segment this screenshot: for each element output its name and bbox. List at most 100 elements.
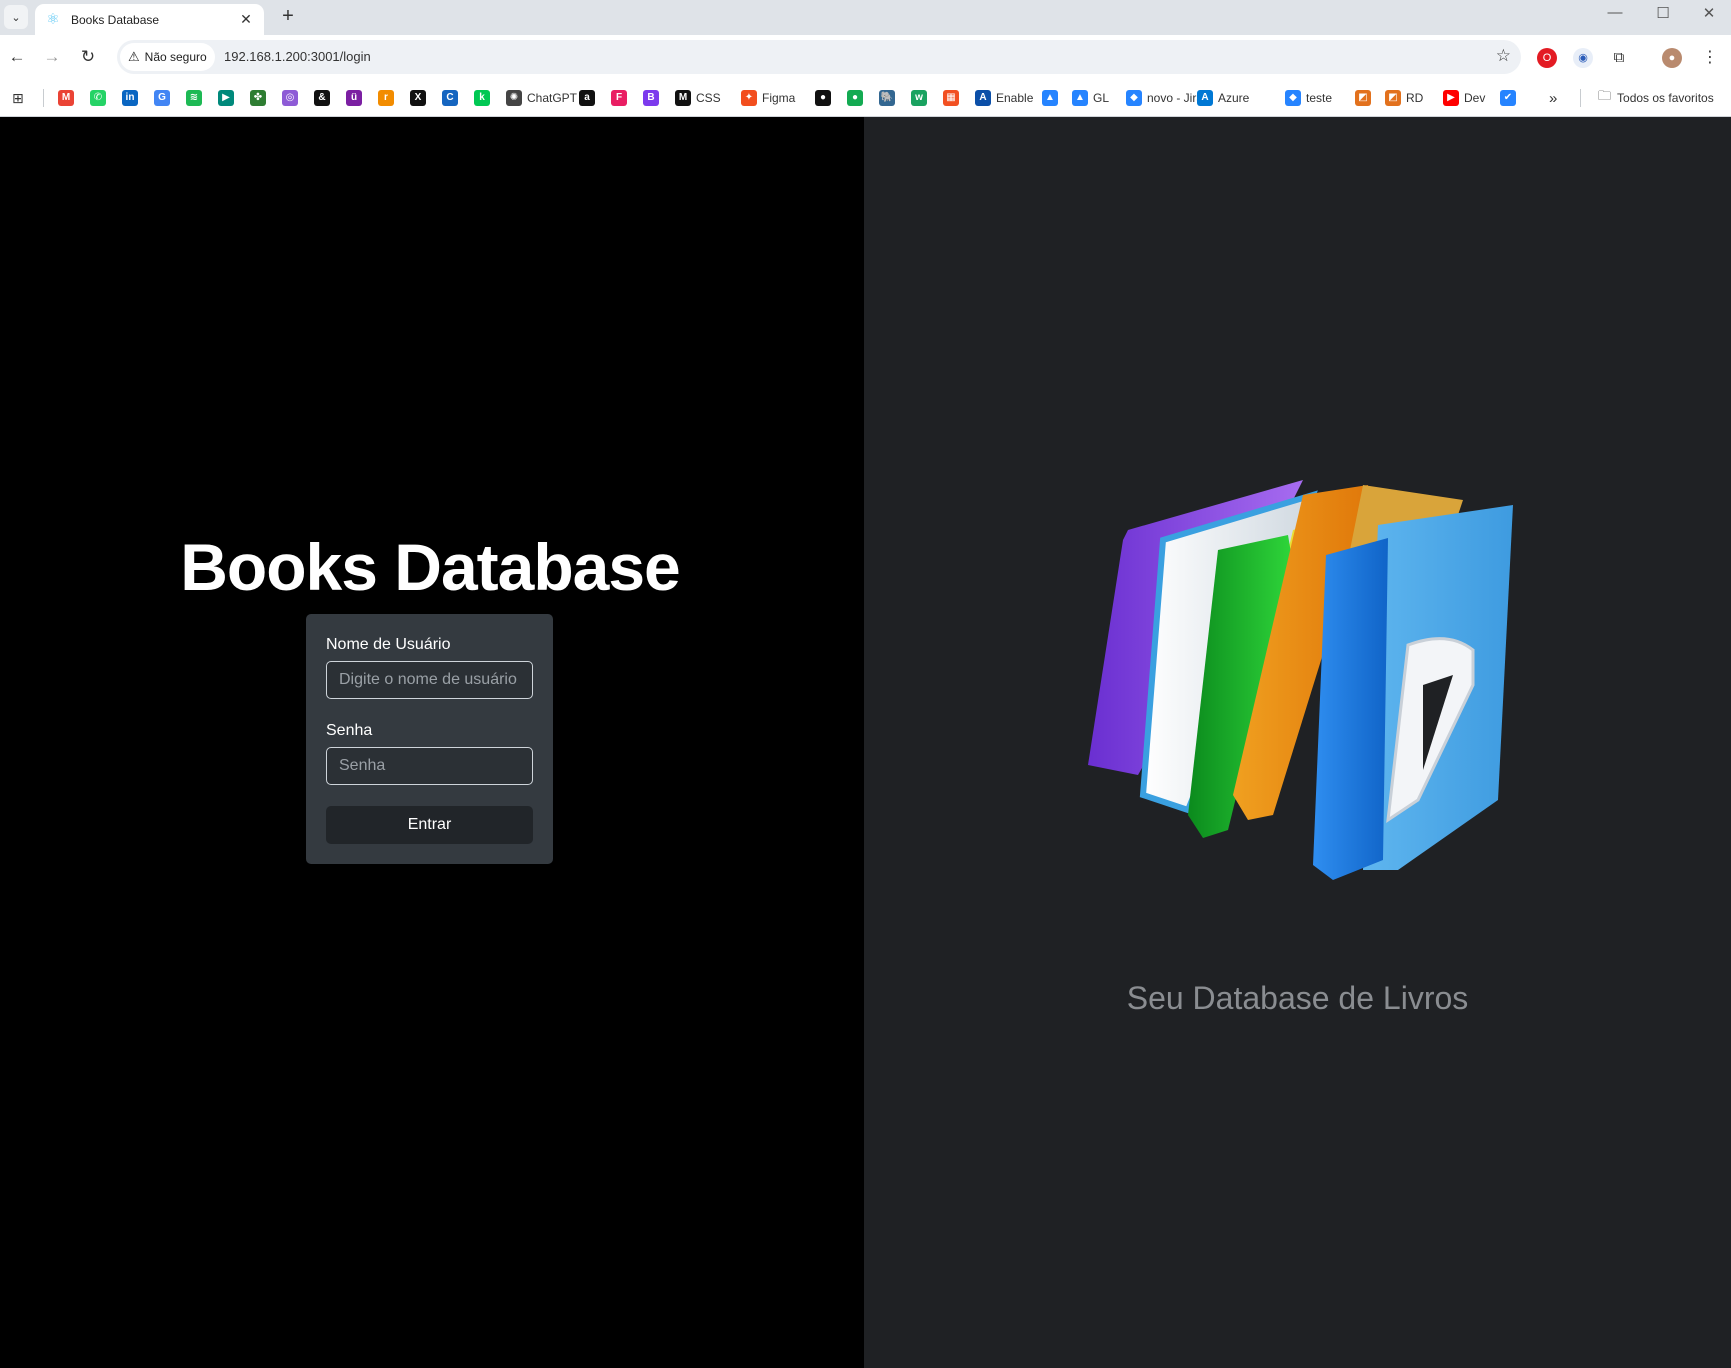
bookmark-label: Enable xyxy=(996,91,1034,105)
bookmark-atlassian[interactable]: ▲ xyxy=(1042,89,1058,107)
login-button[interactable]: Entrar xyxy=(326,806,533,844)
atlassian-icon: ▲ xyxy=(1042,90,1058,106)
minimize-icon[interactable]: — xyxy=(1600,4,1630,21)
bookmark-chatgpt[interactable]: ✺ ChatGPT xyxy=(506,89,577,107)
bookmark-utility[interactable]: ü xyxy=(346,89,362,107)
folder-icon: 🗀 xyxy=(1598,88,1612,103)
green-k-icon: k xyxy=(474,90,490,106)
bookmark-jira[interactable]: ◆ novo - Jira xyxy=(1126,89,1203,107)
opera-extension-icon[interactable]: O xyxy=(1537,48,1557,68)
address-bar[interactable]: ⚠ Não seguro 192.168.1.200:3001/login ☆ xyxy=(117,40,1521,74)
apps-grid-icon[interactable]: ⊞ xyxy=(12,89,24,107)
bookmark-translate[interactable]: G xyxy=(154,89,170,107)
bookmark-postgres[interactable]: 🐘 xyxy=(879,89,895,107)
bookmark-microsoft[interactable]: ▦ xyxy=(943,89,959,107)
more-bookmarks-chevron-icon[interactable]: » xyxy=(1549,89,1557,107)
bookmark-label: ChatGPT xyxy=(527,91,578,105)
bookmark-label: teste xyxy=(1306,91,1333,105)
password-label: Senha xyxy=(326,722,373,739)
tab-strip: ⌄ ⚛ Books Database ✕ + — ☐ ✕ xyxy=(0,0,1731,35)
translate-icon: G xyxy=(154,90,170,106)
password-extension-icon[interactable]: ◉ xyxy=(1573,48,1593,68)
bookmark-green-k[interactable]: k xyxy=(474,89,490,107)
orange-slash-icon: ◩ xyxy=(1355,90,1371,106)
back-arrow-icon[interactable]: ← xyxy=(6,46,28,68)
bookmark-jira-teste[interactable]: ◆ teste xyxy=(1285,89,1332,107)
bookmark-b[interactable]: B xyxy=(643,89,659,107)
bookmark-purple-app[interactable]: ◎ xyxy=(282,89,298,107)
extensions-puzzle-icon[interactable]: ⧉ xyxy=(1609,48,1629,68)
tab-title: Books Database xyxy=(71,12,160,27)
tab-books-database[interactable]: ⚛ Books Database ✕ xyxy=(35,4,264,35)
bookmark-star-icon[interactable]: ☆ xyxy=(1496,46,1511,66)
bookmark-youtube[interactable]: ▶ Dev xyxy=(1443,89,1485,107)
bookmark-atlassian-gl[interactable]: ▲ GL xyxy=(1072,89,1109,107)
bookmark-leaf[interactable]: ● xyxy=(847,89,863,107)
react-icon: ⚛ xyxy=(46,10,60,28)
css-icon: M xyxy=(675,90,691,106)
bookmark-css[interactable]: M CSS xyxy=(675,89,721,107)
security-label: Não seguro xyxy=(144,50,207,64)
bookmark-rd[interactable]: ◩ RD xyxy=(1385,89,1423,107)
bookmark-github[interactable]: ● xyxy=(815,89,831,107)
bookmark-gmail[interactable]: M xyxy=(58,89,74,107)
bookmark-apps-cluster[interactable]: ✤ xyxy=(250,89,266,107)
password-input[interactable] xyxy=(326,747,533,785)
bookmark-rtve[interactable]: r xyxy=(378,89,394,107)
bookmark-label: Dev xyxy=(1464,91,1486,105)
maximize-icon[interactable]: ☐ xyxy=(1648,4,1678,22)
x-icon: X xyxy=(410,90,426,106)
atlassian-gl-icon: ▲ xyxy=(1072,90,1088,106)
books-illustration xyxy=(1088,480,1513,880)
bookmark-figma[interactable]: ✦ Figma xyxy=(741,89,795,107)
bookmark-check[interactable]: ✔ xyxy=(1500,89,1516,107)
close-tab-icon[interactable]: ✕ xyxy=(238,11,254,28)
linkedin-icon: in xyxy=(122,90,138,106)
browser-toolbar: ← → ↻ ⚠ Não seguro 192.168.1.200:3001/lo… xyxy=(0,35,1731,80)
bookmark-linkedin[interactable]: in xyxy=(122,89,138,107)
new-tab-button[interactable]: + xyxy=(278,6,298,26)
bookmark-label: RD xyxy=(1406,91,1424,105)
bookmark-label: novo - Jira xyxy=(1147,91,1204,105)
url-text[interactable]: 192.168.1.200:3001/login xyxy=(224,49,371,64)
bookmark-orange-slash[interactable]: ◩ xyxy=(1355,89,1371,107)
bookmarks-divider xyxy=(43,89,44,107)
bookmark-w[interactable]: w xyxy=(911,89,927,107)
azure-icon: A xyxy=(1197,90,1213,106)
bookmark-meet[interactable]: ▶ xyxy=(218,89,234,107)
apps-cluster-icon: ✤ xyxy=(250,90,266,106)
bookmark-spotify[interactable]: ≋ xyxy=(186,89,202,107)
bookmark-ampersand[interactable]: & xyxy=(314,89,330,107)
bookmark-label: GL xyxy=(1093,91,1110,105)
bookmark-whatsapp[interactable]: ✆ xyxy=(90,89,106,107)
security-chip[interactable]: ⚠ Não seguro xyxy=(120,43,215,71)
spotify-icon: ≋ xyxy=(186,90,202,106)
rd-icon: ◩ xyxy=(1385,90,1401,106)
bookmarks-divider-right xyxy=(1580,89,1581,107)
profile-avatar[interactable]: ● xyxy=(1662,48,1682,68)
bookmark-x[interactable]: X xyxy=(410,89,426,107)
microsoft-icon: ▦ xyxy=(943,90,959,106)
bookmark-enable[interactable]: A Enable xyxy=(975,89,1033,107)
enable-icon: A xyxy=(975,90,991,106)
window-close-icon[interactable]: ✕ xyxy=(1694,4,1724,22)
bookmark-azure[interactable]: A Azure xyxy=(1197,89,1249,107)
menu-kebab-icon[interactable]: ⋮ xyxy=(1700,48,1720,68)
whatsapp-icon: ✆ xyxy=(90,90,106,106)
bookmark-a[interactable]: a xyxy=(579,89,595,107)
bookmark-f[interactable]: F xyxy=(611,89,627,107)
chevron-down-icon: ⌄ xyxy=(11,11,21,24)
bookmark-c[interactable]: C xyxy=(442,89,458,107)
b-icon: B xyxy=(643,90,659,106)
youtube-icon: ▶ xyxy=(1443,90,1459,106)
utility-icon: ü xyxy=(346,90,362,106)
username-label: Nome de Usuário xyxy=(326,636,451,653)
c-icon: C xyxy=(442,90,458,106)
tab-search-button[interactable]: ⌄ xyxy=(4,5,28,29)
all-bookmarks-folder[interactable]: 🗀 Todos os favoritos xyxy=(1598,88,1714,107)
username-input[interactable] xyxy=(326,661,533,699)
forward-arrow-icon[interactable]: → xyxy=(41,46,63,68)
reload-icon[interactable]: ↻ xyxy=(77,46,99,68)
warning-icon: ⚠ xyxy=(128,49,140,64)
rtve-icon: r xyxy=(378,90,394,106)
